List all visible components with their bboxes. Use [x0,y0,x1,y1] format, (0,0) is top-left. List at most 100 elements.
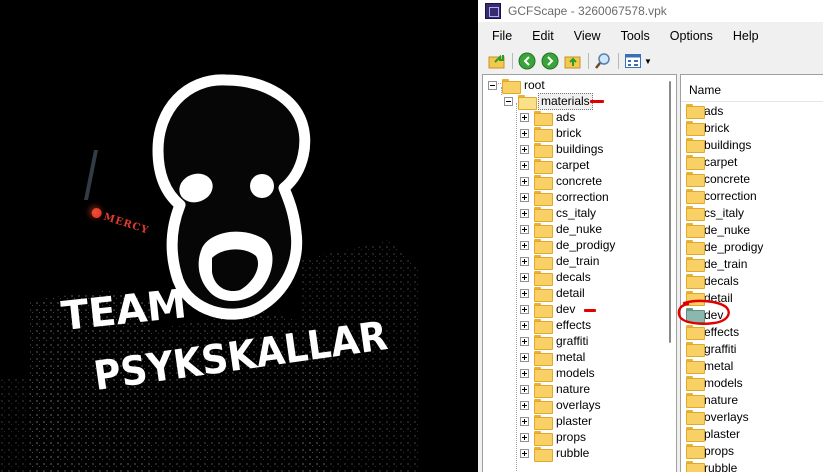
list-item-correction[interactable]: correction [686,187,757,204]
expand-icon[interactable] [520,160,529,170]
forward-button[interactable] [541,52,559,70]
expand-icon[interactable] [520,400,529,410]
view-mode-button[interactable] [624,52,642,70]
tree-item-carpet[interactable]: carpet [520,157,591,174]
tree-item-nature[interactable]: nature [520,381,592,398]
folder-icon [534,366,553,382]
window-title: GCFScape - 3260067578.vpk [508,4,667,18]
expand-icon[interactable] [520,336,529,346]
tree-item-materials[interactable]: materials [504,92,593,110]
folder-icon [534,446,553,462]
expand-icon[interactable] [520,416,529,426]
expand-icon[interactable] [520,256,529,266]
folder-icon [534,430,553,446]
folder-icon [686,104,705,119]
list-item-carpet[interactable]: carpet [686,153,737,170]
expand-icon[interactable] [520,112,529,122]
folder-icon [686,444,705,459]
list-item-brick[interactable]: brick [686,119,729,136]
tree-scrollbar-thumb[interactable] [669,81,671,343]
tree-item-de-train[interactable]: de_train [520,253,601,270]
file-list[interactable]: Name ads brick buildings carpet concrete corr… [680,74,823,472]
menu-view[interactable]: View [564,26,611,46]
sign-glow [85,202,105,222]
list-item-metal[interactable]: metal [686,357,733,374]
menu-options[interactable]: Options [660,26,723,46]
expand-icon[interactable] [520,176,529,186]
tree-item-correction[interactable]: correction [520,189,611,206]
tree-item-metal[interactable]: metal [520,349,587,366]
tree-item-cs-italy[interactable]: cs_italy [520,205,598,222]
list-item-effects[interactable]: effects [686,323,739,340]
expand-icon[interactable] [520,384,529,394]
expand-icon[interactable] [520,192,529,202]
list-item-detail[interactable]: detail [686,289,733,306]
gcfscape-app-icon [485,3,501,19]
tree-item-rubble[interactable]: rubble [520,445,591,462]
expand-icon[interactable] [520,352,529,362]
menu-file[interactable]: File [478,26,522,46]
list-item-de-nuke[interactable]: de_nuke [686,221,750,238]
list-item-nature[interactable]: nature [686,391,738,408]
expand-icon[interactable] [520,224,529,234]
menu-help[interactable]: Help [723,26,769,46]
list-item-graffiti[interactable]: graffiti [686,340,736,357]
tree-item-decals[interactable]: decals [520,269,593,286]
view-dropdown-arrow-icon[interactable]: ▼ [644,57,652,66]
menu-tools[interactable]: Tools [611,26,660,46]
collapse-icon[interactable] [504,96,513,106]
tree-item-overlays[interactable]: overlays [520,397,603,414]
expand-icon[interactable] [520,320,529,330]
open-folder-button[interactable] [488,52,506,70]
expand-icon[interactable] [520,208,529,218]
folder-icon [686,172,705,187]
tree-item-de-nuke[interactable]: de_nuke [520,221,604,238]
tree-item-dev[interactable]: dev [520,301,577,318]
list-item-buildings[interactable]: buildings [686,136,751,153]
tree-scrollbar[interactable] [664,75,676,472]
expand-icon[interactable] [520,272,529,282]
expand-icon[interactable] [520,128,529,138]
list-item-de-prodigy[interactable]: de_prodigy [686,238,763,255]
list-item-decals[interactable]: decals [686,272,739,289]
list-item-ads[interactable]: ads [686,102,723,119]
list-item-concrete[interactable]: concrete [686,170,750,187]
tree-item-plaster[interactable]: plaster [520,413,594,430]
tree-item-detail[interactable]: detail [520,285,587,302]
find-button[interactable] [594,52,612,70]
back-button[interactable] [518,52,536,70]
expand-icon[interactable] [520,240,529,250]
tree-item-de-prodigy[interactable]: de_prodigy [520,237,617,254]
tree-item-ads[interactable]: ads [520,109,577,126]
up-folder-button[interactable] [564,52,582,70]
tree-item-props[interactable]: props [520,429,588,446]
tree-item-brick[interactable]: brick [520,125,583,142]
list-item-cs-italy[interactable]: cs_italy [686,204,744,221]
menu-edit[interactable]: Edit [522,26,564,46]
expand-icon[interactable] [520,368,529,378]
list-item-dev[interactable]: dev [686,306,723,323]
tree-item-concrete[interactable]: concrete [520,173,604,190]
tree-item-root[interactable]: root [488,77,547,94]
list-item-overlays[interactable]: overlays [686,408,749,425]
collapse-icon[interactable] [488,80,497,90]
tree-item-graffiti[interactable]: graffiti [520,333,590,350]
pane-splitter[interactable] [677,74,678,472]
list-item-props[interactable]: props [686,442,734,459]
expand-icon[interactable] [520,448,529,458]
title-bar[interactable]: GCFScape - 3260067578.vpk [478,0,823,22]
expand-icon[interactable] [520,432,529,442]
list-item-models[interactable]: models [686,374,743,391]
tree-item-models[interactable]: models [520,365,597,382]
list-item-rubble[interactable]: rubble [686,459,737,472]
folder-tree[interactable]: root materials ads brick buildings carpet co… [482,74,677,472]
column-header-name[interactable]: Name [681,75,823,102]
expand-icon[interactable] [520,144,529,154]
expand-icon[interactable] [520,304,529,314]
tree-item-buildings[interactable]: buildings [520,141,605,158]
folder-icon [534,334,553,350]
tree-item-effects[interactable]: effects [520,317,593,334]
expand-icon[interactable] [520,288,529,298]
list-item-de-train[interactable]: de_train [686,255,747,272]
list-item-plaster[interactable]: plaster [686,425,740,442]
